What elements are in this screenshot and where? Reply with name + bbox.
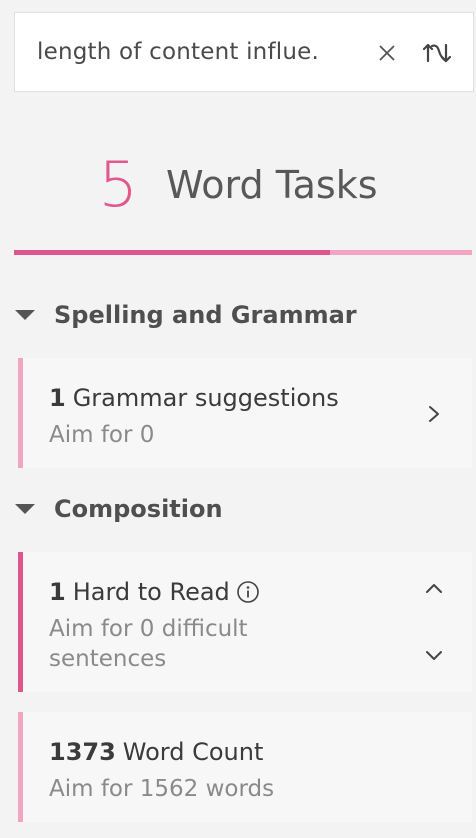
tasks-count: 5 (98, 148, 138, 221)
task-card-word-count[interactable]: 1373 Word Count Aim for 1562 words (18, 712, 472, 822)
tasks-progress-bar (14, 250, 472, 255)
card-title: 1 Grammar suggestions (49, 384, 339, 412)
task-subtitle: sentences (49, 646, 167, 672)
card-accent-bar (18, 358, 23, 468)
task-subtitle: Aim for 0 difficult (49, 616, 248, 642)
chevron-up-icon[interactable] (422, 576, 446, 600)
task-label: Hard to Read (72, 578, 230, 606)
close-icon[interactable] (373, 39, 401, 67)
search-input[interactable]: length of content influe. (37, 39, 319, 65)
search-bar[interactable]: length of content influe. (14, 12, 474, 92)
task-card-grammar[interactable]: 1 Grammar suggestions Aim for 0 (18, 358, 472, 468)
task-subtitle: Aim for 1562 words (49, 776, 275, 802)
card-accent-bar (18, 712, 23, 822)
word-tasks-panel: length of content influe. 5 Word Tasks S… (0, 0, 476, 838)
info-icon[interactable] (236, 580, 260, 604)
section-title: Spelling and Grammar (54, 301, 357, 329)
card-title: 1373 Word Count (49, 738, 263, 766)
section-spelling-grammar[interactable]: Spelling and Grammar (14, 298, 357, 332)
task-label: Word Count (122, 738, 264, 766)
chevron-right-icon[interactable] (422, 402, 446, 426)
tasks-title: Word Tasks (165, 163, 378, 207)
tasks-header: 5 Word Tasks (0, 140, 476, 230)
task-count: 1 (49, 384, 66, 412)
task-label: Grammar suggestions (72, 384, 339, 412)
task-subtitle: Aim for 0 (49, 422, 155, 448)
task-count: 1373 (49, 738, 116, 766)
caret-down-icon (14, 502, 36, 516)
section-title: Composition (54, 495, 223, 523)
task-count: 1 (49, 578, 66, 606)
swap-icon[interactable] (421, 37, 453, 69)
card-title: 1 Hard to Read (49, 578, 260, 606)
task-card-hard-to-read[interactable]: 1 Hard to Read Aim for 0 difficult sente… (18, 552, 472, 692)
section-composition[interactable]: Composition (14, 492, 223, 526)
card-accent-bar (18, 552, 23, 692)
chevron-down-icon[interactable] (422, 644, 446, 668)
tasks-progress-fill (14, 250, 331, 255)
caret-down-icon (14, 308, 36, 322)
